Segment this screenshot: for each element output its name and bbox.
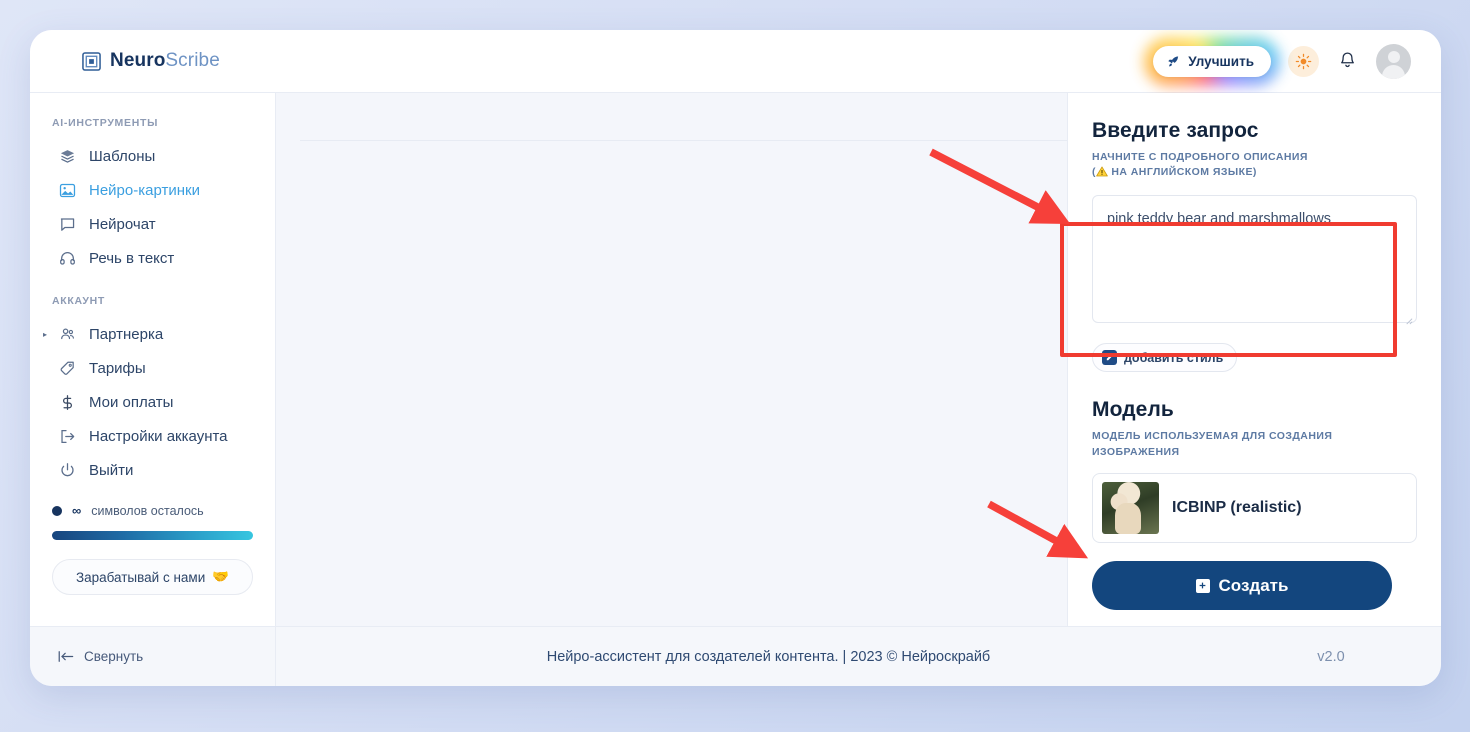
notifications-button[interactable] [1336,49,1359,73]
sidebar-item-label: Партнерка [89,325,164,343]
bell-icon [1341,52,1354,68]
sidebar-item-templates[interactable]: Шаблоны [30,139,275,173]
sidebar-item-tariffs[interactable]: Тарифы [30,351,275,385]
model-section-title: Модель [1092,398,1174,422]
right-panel: Введите запрос НАЧНИТЕ С ПОДРОБНОГО ОПИС… [1067,93,1441,626]
collapse-label: Свернуть [84,649,144,664]
brand-name: NeuroScribe [110,50,220,72]
handshake-emoji-icon: 🤝 [212,569,230,584]
sidebar-item-label: Тарифы [89,359,146,377]
brand-name-bold: Neuro [110,50,166,71]
quota-block: ∞ символов осталось [30,487,275,540]
model-name: ICBINP (realistic) [1172,498,1302,516]
prompt-subtitle-line2: НА АНГЛИЙСКОМ ЯЗЫКЕ) [1111,166,1257,179]
chat-bubble-icon [58,215,77,234]
model-card[interactable]: ICBINP (realistic) [1092,472,1417,543]
model-thumbnail [1102,481,1159,534]
main-body: AI-ИНСТРУМЕНТЫ Шаблоны Нейро-картинки Не… [30,93,1441,626]
quota-dot-icon [52,505,62,516]
sidebar-item-label: Нейро-картинки [89,181,200,199]
model-section-subtitle: МОДЕЛЬ ИСПОЛЬЗУЕМАЯ ДЛЯ СОЗДАНИЯ ИЗОБРАЖ… [1092,430,1333,458]
sun-icon [1295,53,1312,69]
sidebar-section-tools-title: AI-ИНСТРУМЕНТЫ [52,117,159,129]
chevron-right-icon: ▸ [43,329,48,339]
quota-progress-bar [52,531,253,540]
footer: Свернуть Нейро-ассистент для создателей … [30,626,1441,686]
upgrade-button-wrap: Улучшить [1144,36,1280,86]
quota-row: ∞ символов осталось [52,503,253,518]
create-button-label: Создать [1218,575,1289,595]
sidebar-item-neurochat[interactable]: Нейрочат [30,207,275,241]
plus-square-icon [1195,578,1210,593]
content-canvas [276,93,1067,626]
upgrade-button[interactable]: Улучшить [1153,45,1271,77]
prompt-section-title: Введите запрос [1092,119,1259,142]
sidebar-item-label: Шаблоны [89,147,156,165]
prompt-subtitle-line1: НАЧНИТЕ С ПОДРОБНОГО ОПИСАНИЯ [1092,151,1308,163]
sidebar-item-logout[interactable]: Выйти [30,453,275,487]
sidebar: AI-ИНСТРУМЕНТЫ Шаблоны Нейро-картинки Не… [30,93,276,626]
rocket-icon [1168,55,1179,66]
sidebar-item-neuro-images[interactable]: Нейро-картинки [30,173,275,207]
sidebar-item-my-payments[interactable]: Мои оплаты [30,385,275,419]
sidebar-item-partners[interactable]: ▸ Партнерка [30,317,275,351]
sidebar-item-label: Речь в текст [89,249,175,267]
tag-icon [58,359,77,378]
footer-version: v2.0 [1317,648,1345,665]
quota-amount: ∞ [72,503,82,518]
image-icon [58,181,77,200]
footer-copyright: Нейро-ассистент для создателей контента.… [546,648,991,665]
canvas-divider [300,140,1067,141]
prompt-section-subtitle: НАЧНИТЕ С ПОДРОБНОГО ОПИСАНИЯ ( НА АНГЛИ… [1092,150,1417,180]
brand-logo[interactable]: NeuroScribe [82,50,220,72]
sidebar-item-label: Настройки аккаунта [89,427,228,445]
app-window: NeuroScribe Улучшить AI-ИНСТРУМЕНТЫ Шабл… [30,30,1441,686]
theme-toggle-button[interactable] [1288,45,1319,77]
create-button[interactable]: Создать [1092,561,1392,610]
promo-earn-button[interactable]: Зарабатывай с нами 🤝 [52,559,253,595]
top-bar-actions: Улучшить [1144,36,1411,86]
sidebar-item-speech-to-text[interactable]: Речь в текст [30,241,275,275]
quota-label: символов осталось [91,503,204,518]
layers-icon [58,147,77,166]
users-icon [58,325,77,344]
sidebar-item-label: Мои оплаты [89,393,174,411]
warning-triangle-icon [1096,166,1108,177]
sidebar-item-label: Выйти [89,461,134,479]
upgrade-button-label: Улучшить [1188,53,1254,69]
power-icon [58,461,77,480]
avatar[interactable] [1376,43,1411,79]
screen: NeuroScribe Улучшить AI-ИНСТРУМЕНТЫ Шабл… [0,0,1470,732]
headphones-icon [58,249,77,268]
collapse-left-icon [58,651,74,662]
brand-name-light: Scribe [165,50,220,71]
nested-square-logo-icon [82,51,101,71]
promo-earn-label: Зарабатывай с нами [75,569,206,585]
sidebar-item-account-settings[interactable]: Настройки аккаунта [30,419,275,453]
sidebar-section-account-title: АККАУНТ [52,295,106,307]
collapse-sidebar-button[interactable]: Свернуть [30,627,276,686]
dollar-icon [58,393,77,412]
top-bar: NeuroScribe Улучшить [30,30,1441,93]
sidebar-item-label: Нейрочат [89,215,156,233]
prompt-highlight-box [1060,222,1397,357]
logout-bracket-icon [58,427,77,446]
model-section-head: Модель МОДЕЛЬ ИСПОЛЬЗУЕМАЯ ДЛЯ СОЗДАНИЯ … [1092,398,1417,459]
